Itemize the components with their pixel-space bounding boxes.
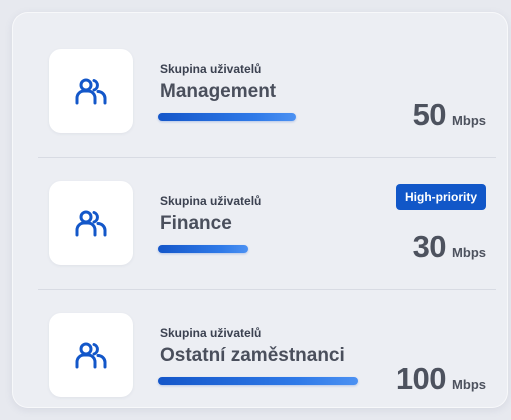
group-row-other-employees[interactable]: Skupina uživatelů Ostatní zaměstnanci 10… bbox=[12, 276, 508, 408]
bandwidth-bar-fill bbox=[158, 245, 248, 253]
users-icon bbox=[75, 210, 107, 237]
bandwidth-limit: 30 Mbps bbox=[413, 229, 486, 265]
bandwidth-unit: Mbps bbox=[452, 377, 486, 392]
bandwidth-bar bbox=[158, 377, 388, 385]
bandwidth-bar-fill bbox=[158, 377, 359, 385]
bandwidth-value: 30 bbox=[412, 229, 447, 264]
group-label: Skupina uživatelů bbox=[160, 62, 262, 76]
group-row-finance[interactable]: Skupina uživatelů Finance High-priority … bbox=[12, 144, 508, 276]
group-name: Management bbox=[160, 81, 277, 102]
group-icon-tile bbox=[49, 313, 133, 397]
bandwidth-unit: Mbps bbox=[452, 113, 486, 128]
bandwidth-bar-fill bbox=[158, 113, 296, 121]
group-name: Finance bbox=[160, 213, 232, 234]
bandwidth-bar bbox=[158, 113, 388, 121]
priority-badge: High-priority bbox=[396, 184, 486, 210]
users-icon bbox=[75, 78, 107, 105]
bandwidth-value: 50 bbox=[412, 97, 447, 132]
bandwidth-unit: Mbps bbox=[452, 245, 486, 260]
group-name: Ostatní zaměstnanci bbox=[160, 345, 345, 366]
group-row-management[interactable]: Skupina uživatelů Management 50 Mbps bbox=[12, 12, 508, 144]
group-label: Skupina uživatelů bbox=[160, 326, 262, 340]
bandwidth-groups-card: Skupina uživatelů Management 50 Mbps Skup… bbox=[12, 12, 508, 408]
bandwidth-limit: 50 Mbps bbox=[413, 97, 486, 133]
bandwidth-value: 100 bbox=[395, 361, 447, 396]
users-icon bbox=[75, 342, 107, 369]
group-icon-tile bbox=[49, 181, 133, 265]
group-icon-tile bbox=[49, 49, 133, 133]
group-label: Skupina uživatelů bbox=[160, 194, 262, 208]
bandwidth-limit: 100 Mbps bbox=[396, 361, 486, 397]
bandwidth-bar bbox=[158, 245, 388, 253]
